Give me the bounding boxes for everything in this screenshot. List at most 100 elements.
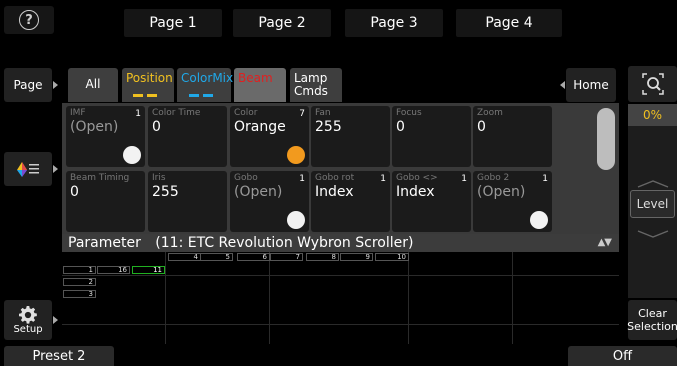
parameter-value: (Open) [477,184,526,200]
page-2-button[interactable]: Page 2 [233,9,331,37]
parameter-name: Focus [396,108,422,118]
parameter-label: Parameter [68,235,141,251]
parameter-value: 255 [315,119,342,135]
channel-box[interactable]: 5 [200,253,233,261]
parameter-name: IMF [70,108,86,118]
position-indicator [147,94,157,97]
parameter-cell[interactable]: Beam Timing 0 [66,171,145,232]
tab-all[interactable]: All [68,68,118,102]
parameter-value: 0 [477,119,486,135]
parameter-name: Fan [315,108,331,118]
setup-label: Setup [13,323,43,335]
help-button[interactable]: ? [4,6,54,34]
tab-beam[interactable]: Beam [234,68,286,102]
parameter-value: Index [396,184,435,200]
gear-icon [19,305,37,324]
parameter-bar: Parameter (11: ETC Revolution Wybron Scr… [62,234,619,252]
clear-label-1: Clear [638,307,667,320]
parameter-value: 0 [152,119,161,135]
parameter-count: 7 [299,109,305,119]
colormix-indicator [203,94,213,97]
channel-box[interactable]: 7 [270,253,303,261]
off-button[interactable]: Off [568,346,677,366]
channel-box[interactable]: 10 [375,253,409,261]
parameter-cell[interactable]: Gobo 1 (Open) [230,171,309,232]
top-bar [0,0,677,44]
page-4-button[interactable]: Page 4 [456,9,562,37]
tab-lamp-label-2: Cmds [294,84,328,98]
parameter-cell[interactable]: IMF 1 (Open) [66,106,145,167]
color-picker-caret-icon [53,165,58,173]
channel-box[interactable]: 6 [237,253,270,261]
zoom-fit-icon [641,73,664,95]
parameter-name: Color Time [152,108,201,118]
channel-box[interactable]: 1 [63,266,96,274]
color-picker-button[interactable] [4,152,58,186]
parameter-cell[interactable]: Gobo <> 1 Index [392,171,471,232]
clear-label-2: Selection [627,320,677,333]
tab-colormix[interactable]: ColorMix [177,68,234,102]
level-handle[interactable]: Level [630,190,675,218]
parameter-cell[interactable]: Fan 255 [311,106,390,167]
home-label: Home [573,78,609,92]
channel-box[interactable]: 4 [168,253,201,261]
level-fader[interactable]: 0% Level [628,104,677,298]
setup-caret-icon [53,316,58,324]
parameter-cell[interactable]: Color Time 0 [148,106,227,167]
parameter-count: 1 [299,174,305,184]
preset-button[interactable]: Preset 2 [4,346,114,366]
colormix-indicator [189,94,199,97]
fixture-label: (11: ETC Revolution Wybron Scroller) [155,235,414,251]
value-indicator-dot [287,211,305,229]
channel-box[interactable]: 8 [306,253,339,261]
channel-box-selected[interactable]: 11 [132,266,165,274]
channel-box[interactable]: 9 [340,253,373,261]
channel-box[interactable]: 3 [63,290,96,298]
value-indicator-dot [530,211,548,229]
parameter-cell[interactable]: Gobo rot 1 Index [311,171,390,232]
color-palette-icon [17,162,39,177]
setup-button[interactable]: Setup [4,300,58,340]
value-indicator-dot [287,146,305,164]
parameter-cell[interactable]: Gobo 2 1 (Open) [473,171,552,232]
channel-box[interactable]: 16 [97,266,130,274]
page-3-button[interactable]: Page 3 [345,9,443,37]
fader-down-chevron-icon [636,224,670,238]
parameter-count: 1 [135,109,141,119]
tab-position-label: Position [126,71,173,85]
parameter-count: 1 [380,174,386,184]
parameter-name: Color [234,108,258,118]
expand-arrows-icon[interactable]: ▲▼ [598,234,612,252]
parameter-cell[interactable]: Color 7 Orange [230,106,309,167]
value-indicator-dot [123,146,141,164]
help-icon: ? [19,10,39,30]
channel-box[interactable]: 2 [63,278,96,286]
parameter-name: Gobo 2 [477,173,510,183]
parameter-value: Index [315,184,354,200]
parameter-cell[interactable]: Iris 255 [148,171,227,232]
page-menu-button[interactable]: Page [4,68,58,102]
parameter-name: Gobo <> [396,173,438,183]
panel-scrollbar[interactable] [597,108,615,170]
parameter-cell[interactable]: Zoom 0 [473,106,552,167]
tab-lamp-cmds[interactable]: Lamp Cmds [290,68,342,102]
parameter-count: 1 [461,174,467,184]
parameter-value: (Open) [70,119,119,135]
fader-value: 0% [628,104,677,126]
position-indicator [133,94,143,97]
tab-colormix-label: ColorMix [181,71,234,85]
clear-selection-button[interactable]: Clear Selection [627,300,677,340]
home-button[interactable]: Home [560,68,616,102]
parameter-count: 1 [542,174,548,184]
parameter-name: Gobo rot [315,173,355,183]
parameter-value: (Open) [234,184,283,200]
tab-position[interactable]: Position [122,68,174,102]
parameter-name: Beam Timing [70,173,130,183]
parameter-name: Zoom [477,108,503,118]
home-caret-icon [560,81,565,89]
zoom-fit-button[interactable] [628,66,677,102]
parameter-cell[interactable]: Focus 0 [392,106,471,167]
page-1-button[interactable]: Page 1 [124,9,222,37]
parameter-value: 255 [152,184,179,200]
parameter-value: Orange [234,119,286,135]
